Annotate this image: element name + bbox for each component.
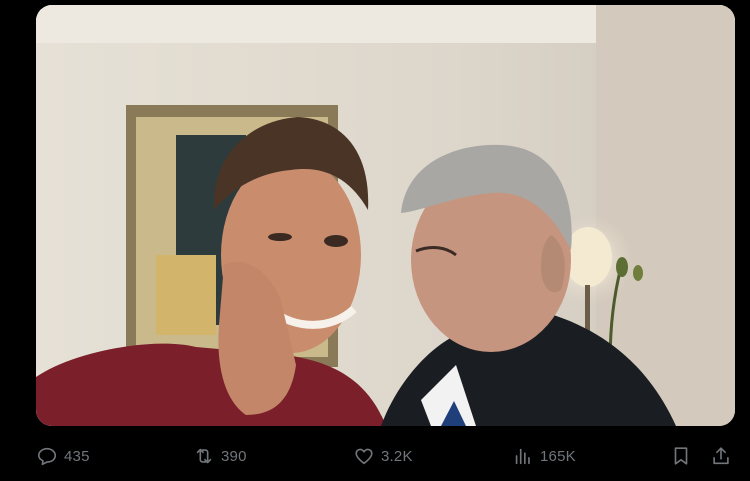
retweet-icon bbox=[196, 448, 212, 464]
share-icon bbox=[713, 447, 729, 465]
like-count: 3.2K bbox=[381, 447, 413, 465]
reply-count: 435 bbox=[64, 447, 90, 465]
retweet-count: 390 bbox=[221, 447, 247, 465]
heart-icon bbox=[355, 448, 373, 465]
share-button[interactable] bbox=[710, 444, 732, 468]
views-count: 165K bbox=[540, 447, 576, 465]
views-button[interactable]: 165K bbox=[512, 444, 576, 468]
like-button[interactable]: 3.2K bbox=[353, 444, 413, 468]
bookmark-icon bbox=[674, 447, 688, 465]
retweet-button[interactable]: 390 bbox=[193, 444, 247, 468]
bookmark-button[interactable] bbox=[670, 444, 692, 468]
reply-button[interactable]: 435 bbox=[36, 444, 90, 468]
reply-icon bbox=[37, 447, 57, 466]
photo-scene bbox=[36, 5, 735, 426]
post-photo[interactable] bbox=[36, 5, 735, 426]
post-action-bar: 435 390 3.2K 165K bbox=[0, 436, 750, 476]
views-icon bbox=[515, 448, 530, 465]
